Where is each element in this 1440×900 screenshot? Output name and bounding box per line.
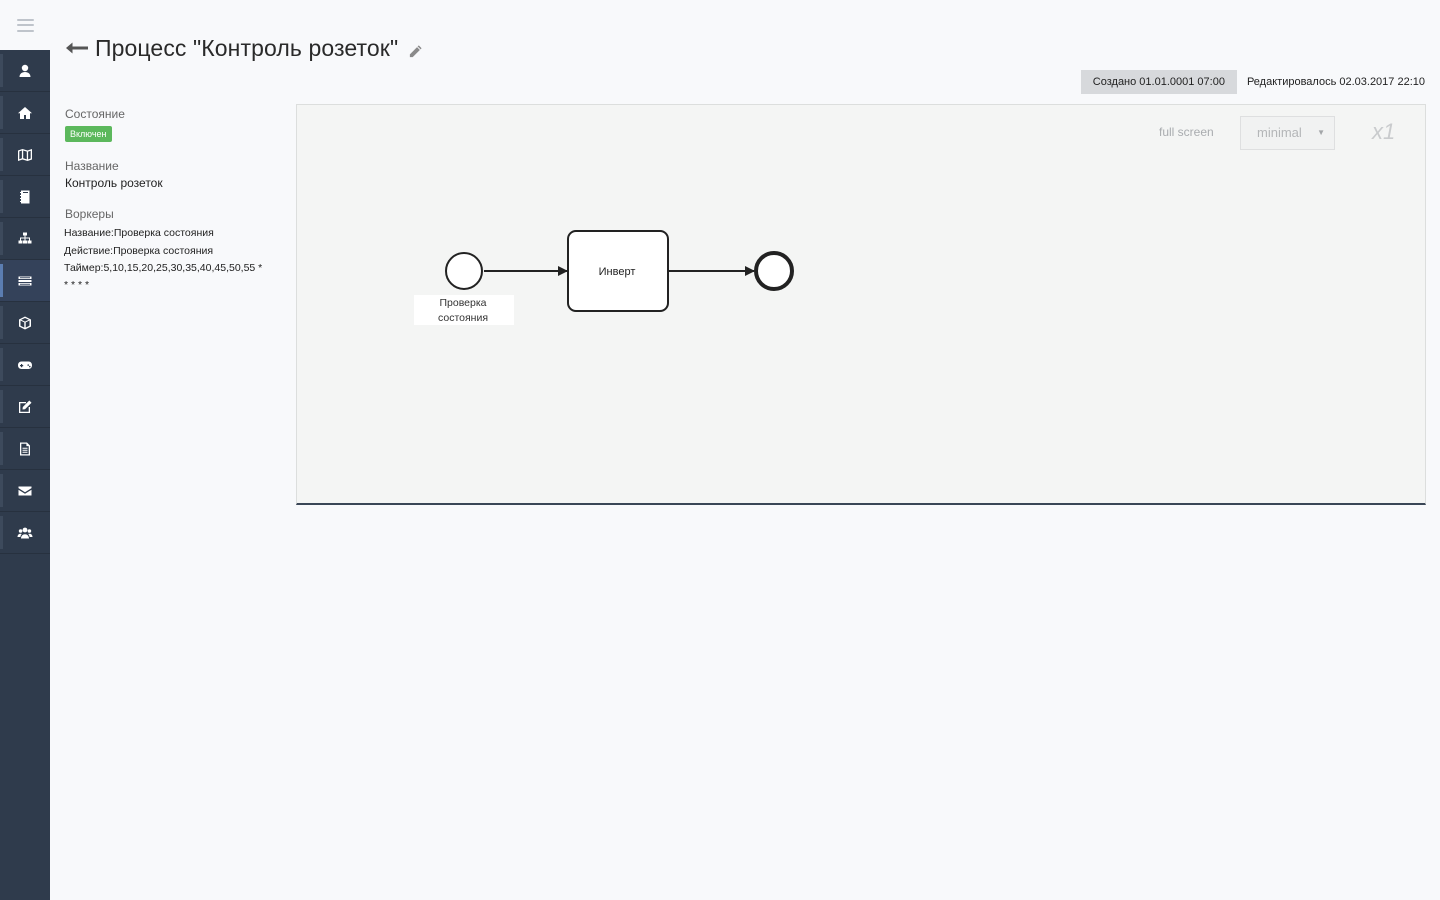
- document-icon: [20, 442, 30, 455]
- cube-icon: [19, 316, 31, 329]
- sidebar-nav: [0, 50, 50, 554]
- sidebar-item-notebook[interactable]: [0, 176, 50, 218]
- view-mode-select[interactable]: minimal ▼: [1240, 116, 1335, 150]
- sidebar-item-structure[interactable]: [0, 218, 50, 260]
- zoom-level: x1: [1372, 119, 1396, 144]
- meta-row: Создано 01.01.0001 07:00 Редактировалось…: [1080, 70, 1425, 94]
- worker-name: Название:Проверка состояния: [64, 227, 214, 239]
- sidebar-toggle[interactable]: [0, 0, 50, 50]
- worker-action: Действие:Проверка состояния: [64, 245, 214, 257]
- page-title: Процесс "Контроль розеток": [95, 34, 399, 61]
- hamburger-icon: [16, 18, 34, 32]
- page-header: Процесс "Контроль розеток": [65, 33, 423, 63]
- sidebar-item-map[interactable]: [0, 134, 50, 176]
- sidebar-item-logs[interactable]: [0, 428, 50, 470]
- back-arrow-icon[interactable]: [65, 41, 89, 55]
- created-badge: Создано 01.01.0001 07:00: [1080, 70, 1237, 94]
- name-label: Название: [65, 159, 119, 173]
- view-mode-value: minimal: [1257, 125, 1302, 140]
- user-icon: [19, 64, 31, 77]
- sidebar-item-editor[interactable]: [0, 386, 50, 428]
- sidebar-item-users[interactable]: [0, 512, 50, 554]
- caret-down-icon: ▼: [1317, 128, 1325, 137]
- sidebar: [0, 0, 50, 900]
- tasks-icon: [18, 276, 32, 285]
- users-icon: [17, 527, 33, 538]
- edited-text: Редактировалось 02.03.2017 22:10: [1246, 76, 1425, 88]
- name-block: Название Контроль розеток: [65, 159, 285, 190]
- sitemap-icon: [18, 232, 32, 243]
- task-label: Инверт: [599, 266, 636, 278]
- process-info: Состояние Включен Название Контроль розе…: [64, 107, 285, 311]
- sidebar-item-devices[interactable]: [0, 344, 50, 386]
- workers-label: Воркеры: [65, 207, 114, 221]
- start-event-label-line2: состояния: [438, 312, 488, 324]
- notebook-icon: [20, 190, 30, 203]
- process-diagram: Проверка состояния Инверт: [414, 230, 794, 325]
- start-event[interactable]: [445, 252, 483, 290]
- gamepad-icon: [18, 361, 32, 369]
- edit-icon: [19, 400, 32, 413]
- fullscreen-link[interactable]: full screen: [1159, 125, 1214, 139]
- status-badge: Включен: [65, 126, 112, 142]
- name-value: Контроль розеток: [65, 176, 163, 190]
- sidebar-item-objects[interactable]: [0, 302, 50, 344]
- bpmn-canvas[interactable]: Проверка состояния Инверт full screen mi…: [296, 104, 1426, 505]
- workers-block: Воркеры Название:Проверка состояния Дейс…: [64, 207, 285, 294]
- map-icon: [18, 148, 32, 161]
- sidebar-item-processes[interactable]: [0, 260, 50, 302]
- sidebar-item-profile[interactable]: [0, 50, 50, 92]
- pencil-icon[interactable]: [408, 44, 423, 59]
- end-event[interactable]: [754, 251, 794, 291]
- sidebar-item-home[interactable]: [0, 92, 50, 134]
- worker-timer: Таймер:5,10,15,20,25,30,35,40,45,50,55 *…: [64, 262, 263, 291]
- state-block: Состояние Включен: [65, 107, 285, 142]
- home-icon: [18, 106, 32, 119]
- envelope-icon: [18, 486, 32, 495]
- sidebar-item-messages[interactable]: [0, 470, 50, 512]
- start-event-label-line1: Проверка: [439, 297, 486, 309]
- state-label: Состояние: [65, 107, 125, 121]
